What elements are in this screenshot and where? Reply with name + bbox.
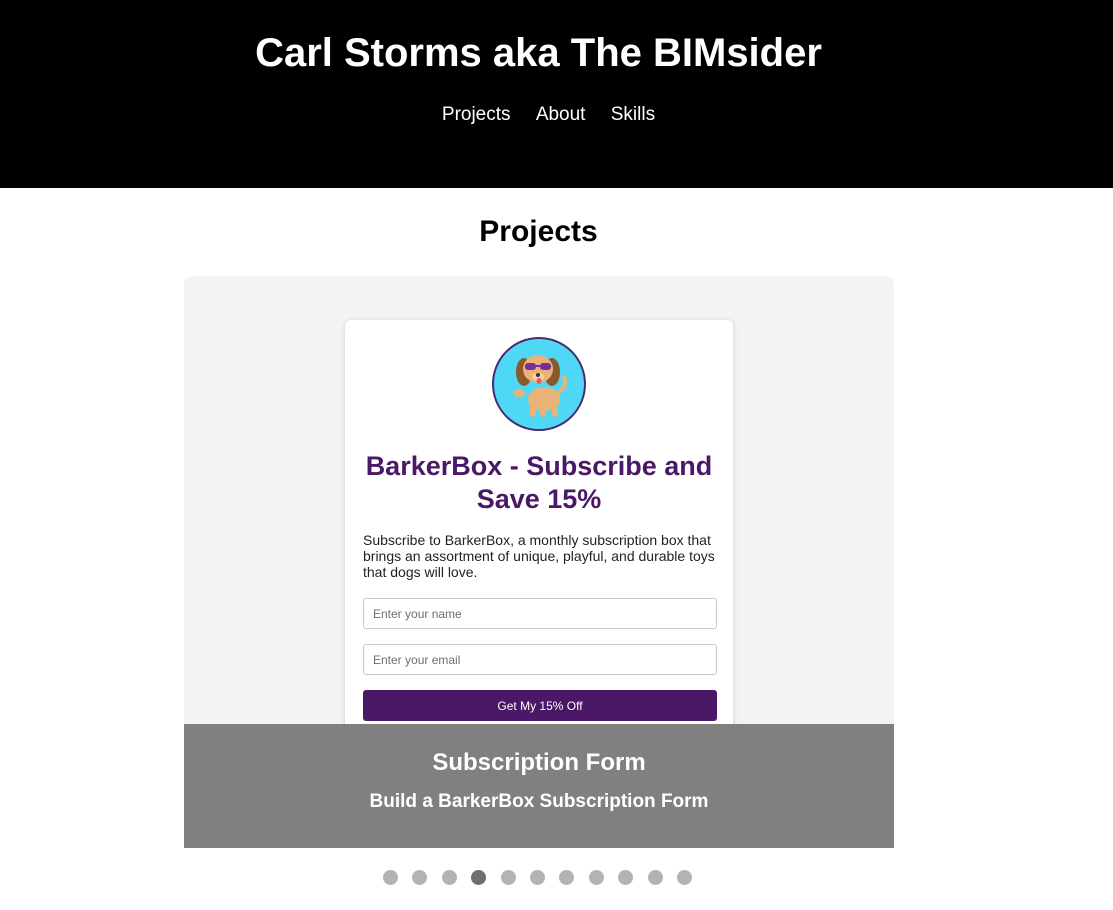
projects-carousel[interactable]: BarkerBox - Subscribe and Save 15% Subsc… [184, 276, 894, 848]
carousel-dot[interactable] [559, 870, 574, 885]
project-preview-card[interactable]: BarkerBox - Subscribe and Save 15% Subsc… [345, 320, 733, 738]
carousel-dot[interactable] [677, 870, 692, 885]
nav-link-about[interactable]: About [536, 104, 586, 125]
slide-caption: Subscription Form Build a BarkerBox Subs… [184, 724, 894, 848]
carousel-dot[interactable] [501, 870, 516, 885]
carousel-dot[interactable] [442, 870, 457, 885]
carousel-indicators [383, 870, 703, 886]
carousel-dot[interactable] [383, 870, 398, 885]
dog-logo-graphic [513, 355, 568, 417]
nav-link-skills[interactable]: Skills [611, 104, 655, 125]
carousel-dot[interactable] [648, 870, 663, 885]
projects-section-title: Projects [479, 215, 598, 248]
carousel-dot[interactable] [412, 870, 427, 885]
carousel-dot[interactable] [471, 870, 486, 885]
nav-link-projects[interactable]: Projects [442, 104, 511, 125]
site-title: Carl Storms aka The BIMsider [255, 31, 822, 75]
get-discount-button[interactable]: Get My 15% Off [363, 690, 717, 721]
site-header: Carl Storms aka The BIMsider Projects Ab… [0, 0, 1113, 188]
name-input[interactable] [363, 598, 717, 629]
carousel-dot[interactable] [589, 870, 604, 885]
caption-title: Subscription Form [432, 749, 646, 776]
main-nav: Projects About Skills [0, 103, 1097, 127]
carousel-dot[interactable] [530, 870, 545, 885]
card-description: Subscribe to BarkerBox, a monthly subscr… [363, 532, 715, 580]
email-input[interactable] [363, 644, 717, 675]
caption-subtitle: Build a BarkerBox Subscription Form [369, 791, 709, 812]
dog-with-sunglasses-logo-icon [492, 337, 586, 431]
carousel-dot[interactable] [618, 870, 633, 885]
card-heading: BarkerBox - Subscribe and Save 15% [365, 451, 713, 514]
